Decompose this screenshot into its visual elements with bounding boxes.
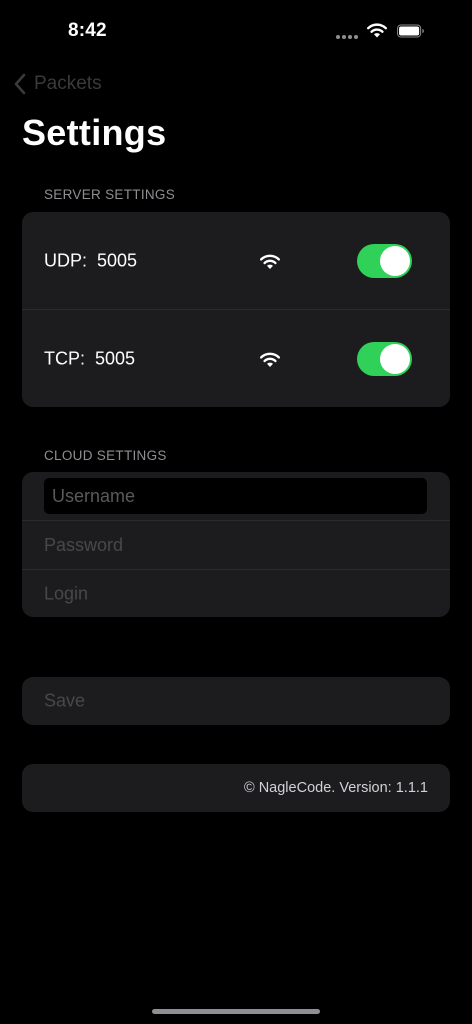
home-indicator xyxy=(152,1009,320,1014)
version-text: © NagleCode. Version: 1.1.1 xyxy=(244,780,428,796)
battery-icon xyxy=(397,24,424,38)
save-button-label: Save xyxy=(44,690,86,711)
password-row xyxy=(22,520,450,569)
udp-label: UDP: 5005 xyxy=(44,250,138,270)
login-button[interactable]: Login xyxy=(22,569,450,617)
wifi-icon xyxy=(367,23,387,38)
tcp-label: TCP: 5005 xyxy=(44,348,136,368)
wifi-icon xyxy=(260,254,280,269)
section-header-cloud: CLOUD SETTINGS xyxy=(44,448,167,463)
page-title: Settings xyxy=(22,112,167,153)
username-row xyxy=(22,472,450,520)
tcp-toggle[interactable] xyxy=(357,341,412,376)
server-row-tcp: TCP: 5005 xyxy=(22,309,450,407)
save-button[interactable]: Save xyxy=(22,677,450,725)
section-header-server: SERVER SETTINGS xyxy=(44,187,176,202)
login-button-label: Login xyxy=(44,583,89,604)
toggle-knob xyxy=(380,343,410,374)
wifi-icon xyxy=(260,352,280,367)
username-field[interactable] xyxy=(44,478,427,514)
password-field[interactable] xyxy=(44,521,427,569)
server-row-udp: UDP: 5005 xyxy=(22,212,450,309)
cellular-signal-icon xyxy=(336,35,358,39)
status-bar: 8:42 xyxy=(0,0,472,60)
udp-toggle[interactable] xyxy=(357,243,412,278)
cloud-settings-card: Login xyxy=(22,472,450,617)
server-settings-card: UDP: 5005 TCP: 5005 xyxy=(22,212,450,407)
back-button-label: Packets xyxy=(34,73,102,94)
version-footer: © NagleCode. Version: 1.1.1 xyxy=(22,764,450,812)
chevron-left-icon xyxy=(14,73,26,95)
back-button[interactable]: Packets xyxy=(14,70,102,98)
status-time: 8:42 xyxy=(68,20,107,41)
toggle-knob xyxy=(380,245,410,276)
